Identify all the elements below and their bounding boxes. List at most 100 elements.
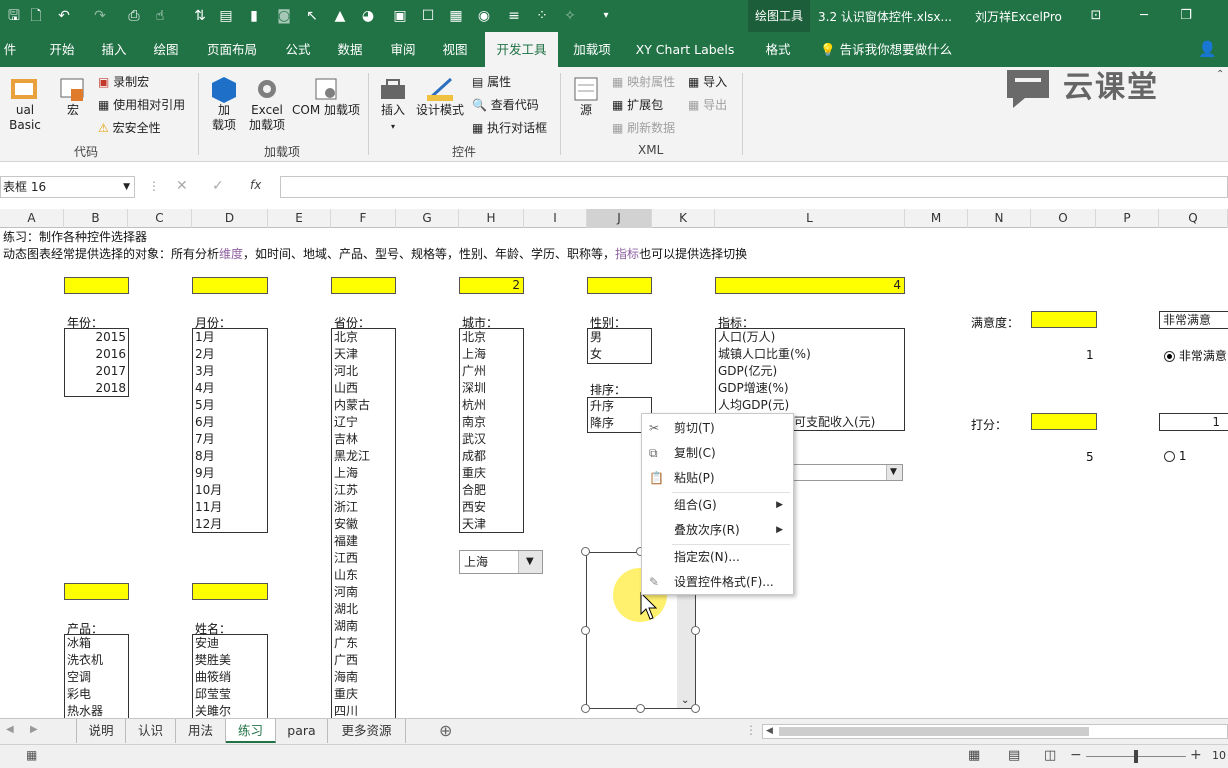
province-link-cell[interactable] [331, 277, 396, 294]
formula-input[interactable] [280, 176, 1228, 198]
list-item[interactable]: 11月 [193, 499, 267, 516]
score-radio[interactable]: 1 [1164, 449, 1186, 463]
camera-icon[interactable]: ◙ [274, 6, 294, 26]
list-item[interactable]: GDP(亿元) [716, 363, 904, 380]
month-listbox[interactable]: 1月 2月 3月 4月 5月 6月 7月 8月 9月 10月 11月 12月 [192, 328, 268, 533]
column-header[interactable]: E [268, 209, 331, 228]
list-item[interactable]: 上海 [332, 465, 395, 482]
list-item[interactable]: 深圳 [460, 380, 523, 397]
scroll-left-icon[interactable]: ◀ [6, 724, 14, 735]
month-link-cell[interactable] [192, 277, 268, 294]
tab-view[interactable]: 视图 [433, 32, 477, 67]
tab-data[interactable]: 数据 [328, 32, 372, 67]
province-listbox[interactable]: 北京 天津 河北 山西 内蒙古 辽宁 吉林 黑龙江 上海 江苏 浙江 安徽 福建… [331, 328, 396, 718]
tab-home[interactable]: 开始 [40, 32, 84, 67]
normal-view-icon[interactable]: ▦ [968, 748, 980, 763]
tab-xy-chart-labels[interactable]: XY Chart Labels [630, 32, 740, 67]
list-item[interactable]: 8月 [193, 448, 267, 465]
sheet-tab-active[interactable]: 练习 [226, 719, 276, 743]
undo-icon[interactable]: ↶ [54, 6, 74, 26]
satisfaction-radio[interactable]: 非常满意 [1164, 347, 1227, 364]
align-icon[interactable]: ≡ [504, 6, 524, 26]
touch-mode-icon[interactable]: ☝ [150, 6, 170, 26]
list-item[interactable]: 9月 [193, 465, 267, 482]
redo-icon[interactable]: ↷ [90, 6, 110, 26]
resize-handle[interactable] [581, 626, 590, 635]
list-item[interactable]: 人均GDP(元) [716, 397, 904, 414]
sort-icon[interactable]: ⇅ [190, 6, 210, 26]
list-item[interactable]: 河南 [332, 584, 395, 601]
list-item[interactable]: 重庆 [332, 686, 395, 703]
tab-review[interactable]: 审阅 [381, 32, 425, 67]
satisfaction-box[interactable]: 非常满意 [1159, 311, 1228, 329]
scrollbar-thumb[interactable] [779, 727, 1089, 736]
column-header[interactable]: J [587, 209, 652, 228]
list-item[interactable]: 3月 [193, 363, 267, 380]
list-item[interactable]: 湖南 [332, 618, 395, 635]
list-item[interactable]: 南京 [460, 414, 523, 431]
scroll-left-icon[interactable]: ◀ [766, 725, 773, 738]
resize-handle[interactable] [636, 704, 645, 713]
satisfaction-link-cell[interactable] [1031, 311, 1097, 328]
column-header[interactable]: B [64, 209, 128, 228]
column-header[interactable]: C [128, 209, 192, 228]
import-button[interactable]: ▦ 导入 [688, 73, 727, 90]
add-sheet-icon[interactable]: ⊕ [439, 721, 452, 740]
border-icon[interactable]: ☐ [418, 6, 438, 26]
macro-record-status-icon[interactable]: ▦ [26, 748, 37, 762]
list-item[interactable]: 山西 [332, 380, 395, 397]
list-item[interactable]: 樊胜美 [193, 652, 267, 669]
cancel-icon[interactable]: ✕ [176, 178, 188, 194]
visual-basic-button[interactable]: ual Basic [0, 75, 50, 135]
xml-source-button[interactable]: 源 [568, 75, 604, 135]
city-link-cell[interactable]: 2 [459, 277, 524, 294]
gender-listbox[interactable]: 男 女 [587, 328, 652, 364]
resize-handle[interactable] [581, 704, 590, 713]
tab-draw[interactable]: 绘图 [144, 32, 188, 67]
list-item[interactable]: 空调 [65, 669, 128, 686]
expansion-packs-button[interactable]: ▦ 扩展包 [612, 96, 663, 113]
map-properties-button[interactable]: ▦ 映射属性 [612, 73, 675, 90]
chevron-down-icon[interactable]: ⌄ [681, 695, 689, 706]
list-item[interactable]: 山东 [332, 567, 395, 584]
dropdown-button[interactable]: ▼ [886, 465, 902, 480]
column-header[interactable]: M [905, 209, 968, 228]
worksheet-grid[interactable]: 练习：制作各种控件选择器 动态图表经常提供选择的对象：所有分析维度，如时间、地域… [0, 228, 1228, 718]
list-item[interactable]: 冰箱 [65, 635, 128, 652]
run-dialog-button[interactable]: ▦ 执行对话框 [472, 119, 547, 136]
column-header[interactable]: G [396, 209, 459, 228]
menu-item-cut[interactable]: ✂ 剪切(T) [642, 416, 793, 440]
export-button[interactable]: ▦ 导出 [688, 96, 727, 113]
list-item[interactable]: 杭州 [460, 397, 523, 414]
list-item[interactable]: 广东 [332, 635, 395, 652]
list-item[interactable]: GDP增速(%) [716, 380, 904, 397]
chevron-down-icon[interactable]: ▼ [123, 177, 130, 197]
refresh-data-button[interactable]: ▦ 刷新数据 [612, 119, 675, 136]
excel-addins-button[interactable]: Excel 加载项 [246, 75, 288, 139]
list-item[interactable]: 浙江 [332, 499, 395, 516]
list-item[interactable]: 广西 [332, 652, 395, 669]
view-code-button[interactable]: 🔍 查看代码 [472, 96, 539, 113]
column-header[interactable]: N [968, 209, 1031, 228]
product-link-cell[interactable] [64, 583, 129, 600]
function-icon[interactable]: fx [250, 178, 261, 192]
sheet-tab[interactable]: para [276, 719, 328, 743]
relative-reference-button[interactable]: ▦ 使用相对引用 [98, 96, 185, 113]
save-icon[interactable]: 🖫 [4, 6, 24, 26]
ribbon-display-icon[interactable]: ⊡ [1086, 6, 1106, 26]
new-file-icon[interactable]: 🗋 [26, 6, 46, 26]
properties-button[interactable]: ▤ 属性 [472, 73, 511, 90]
column-header[interactable]: P [1096, 209, 1159, 228]
paste-values-icon[interactable]: ▤ [216, 6, 236, 26]
resize-handle[interactable] [691, 704, 700, 713]
column-header[interactable]: I [524, 209, 587, 228]
city-listbox[interactable]: 北京 上海 广州 深圳 杭州 南京 武汉 成都 重庆 合肥 西安 天津 [459, 328, 524, 533]
resize-handle[interactable] [691, 626, 700, 635]
list-item[interactable]: 10月 [193, 482, 267, 499]
list-item[interactable]: 黑龙江 [332, 448, 395, 465]
user-name[interactable]: 刘万祥ExcelPro [975, 8, 1062, 25]
minimize-icon[interactable]: ─ [1134, 6, 1154, 26]
product-listbox[interactable]: 冰箱 洗衣机 空调 彩电 热水器 [64, 634, 129, 718]
circle-icon[interactable]: ◉ [474, 6, 494, 26]
menu-item-assign-macro[interactable]: 指定宏(N)... [642, 545, 793, 569]
